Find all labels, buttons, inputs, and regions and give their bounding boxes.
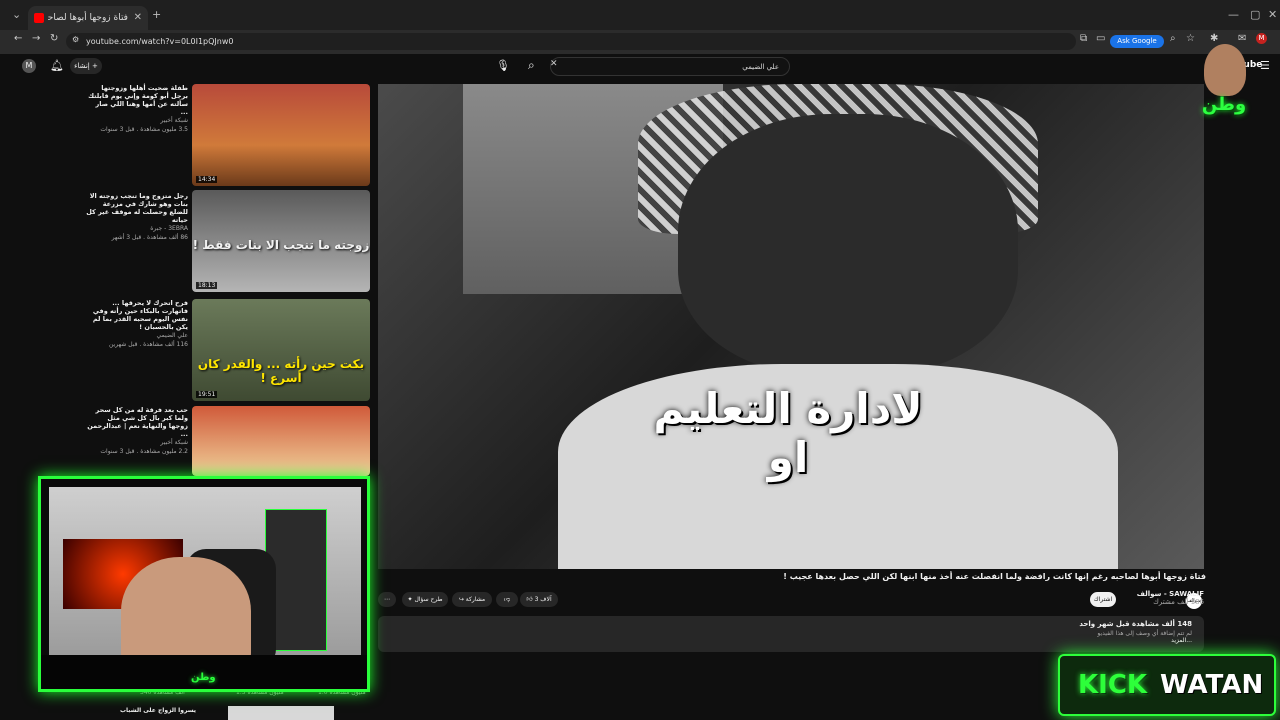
recommended-views: 2.2 مليون مشاهدة . قبل 3 سنوات — [100, 448, 188, 455]
extensions-icon[interactable]: ✱ — [1210, 33, 1218, 44]
maximize-icon[interactable]: ▢ — [1250, 0, 1260, 30]
recommended-channel: شبكة أخبير — [160, 439, 188, 446]
tab-list-icon[interactable]: ⌄ — [12, 0, 21, 30]
recommended-thumbnail[interactable]: 14:34 — [192, 84, 370, 186]
duration-badge: 18:13 — [196, 282, 218, 289]
account-avatar[interactable]: M — [22, 59, 36, 73]
more-actions-icon[interactable]: ⋯ — [378, 592, 396, 607]
youtube-favicon-icon — [34, 13, 44, 23]
create-button[interactable]: إنشاء + — [70, 58, 102, 74]
zoom-icon[interactable]: ⌕ — [1170, 33, 1176, 44]
recommended-channel: علي الضيمي — [156, 332, 188, 339]
dislike-icon[interactable]: 👎︎ — [496, 592, 518, 607]
streamer-badge: وطن — [1170, 44, 1278, 128]
recommended-title: فرح اتحرك لا يحرقها ... فاتهارت بالبكاء … — [92, 299, 188, 331]
recommended-thumbnail[interactable]: زوجته ما تنجب الا بنات فقط ! 18:13 — [192, 190, 370, 292]
browser-tab[interactable]: فتاة زوجها أبوها لصاحبه رغم ✕ — [28, 6, 148, 30]
new-tab-button[interactable]: + — [152, 0, 161, 30]
recommended-item-meta[interactable]: فرح اتحرك لا يحرقها ... فاتهارت بالبكاء … — [86, 299, 188, 349]
cast-icon[interactable]: ▭ — [1096, 33, 1105, 44]
share-label: مشاركة — [465, 596, 486, 603]
recommended-title[interactable]: يسروا الزواج على الشباب — [120, 707, 196, 714]
recommended-views: 86 ألف مشاهدة . قبل 3 أشهر — [111, 234, 188, 241]
ask-question-button[interactable]: ✦ طرح سؤال — [402, 592, 448, 607]
recommended-title: رجل متزوج وما تنجب زوجته الا بنات وهو شا… — [86, 192, 188, 224]
kick-label: KICK — [1078, 670, 1148, 700]
reload-icon[interactable]: ↻ — [50, 33, 58, 44]
recommended-item-meta[interactable]: حب بعد فرقة له من كل سحر ولما كبر بال كل… — [86, 406, 188, 456]
description-line: لم تتم إضافة أي وصف إلى هذا الفيديو — [1097, 630, 1192, 637]
back-icon[interactable]: ← — [14, 33, 22, 44]
webcam-logo: وطن — [191, 672, 216, 683]
recommended-channel: شبكة أخبير — [160, 117, 188, 124]
recommended-thumbnail[interactable] — [192, 406, 370, 476]
notifications-bell-icon[interactable]: 🔔︎ — [50, 59, 64, 72]
recommended-views: 116 ألف مشاهدة . قبل شهرين — [108, 341, 188, 348]
thumbnail-caption: بكت حين رأته ... والقدر كان أسرع ! — [197, 357, 365, 385]
view-count-date: 148 ألف مشاهدة قبل شهر واحد — [1079, 620, 1192, 628]
recommended-channel: 3EBRA - جبرة — [150, 225, 188, 232]
recommended-item-meta[interactable]: رجل متزوج وما تنجب زوجته الا بنات وهو شا… — [86, 192, 188, 242]
close-tab-icon[interactable]: ✕ — [134, 6, 142, 30]
duration-badge: 14:34 — [196, 176, 218, 183]
video-caption: لادارة التعليم او — [653, 384, 923, 482]
search-icon[interactable]: ⌕ — [528, 58, 535, 73]
clear-search-icon[interactable]: ✕ — [550, 59, 558, 69]
recommended-title: طفلة ضحيت أهلها وزوجتها برجل أبو كومة وإ… — [88, 84, 188, 116]
recommended-title: حب بعد فرقة له من كل سحر ولما كبر بال كل… — [87, 406, 188, 438]
like-button[interactable]: 👍︎ 3 آلاف — [520, 592, 558, 607]
voice-search-icon[interactable]: 🎙︎ — [496, 59, 510, 72]
like-count: 3 آلاف — [534, 596, 552, 603]
channel-name[interactable]: SAWALIF - سوالف — [1137, 590, 1204, 598]
video-speaker-face — [678, 114, 1018, 374]
recommended-thumbnail[interactable]: بكت حين رأته ... والقدر كان أسرع ! 19:51 — [192, 299, 370, 401]
subscribe-button[interactable]: اشتراك — [1090, 592, 1116, 607]
streamer-badge-text: وطن — [1201, 94, 1247, 115]
kick-watan-logo: KICK WATAN — [1058, 654, 1276, 716]
thumbnail-caption: زوجته ما تنجب الا بنات فقط ! — [192, 238, 370, 252]
webcam-overlay: وطن — [38, 476, 370, 692]
recommended-views: 3.5 مليون مشاهدة . قبل 3 سنوات — [100, 126, 188, 133]
minimize-icon[interactable]: — — [1228, 0, 1239, 30]
video-title: فتاة زوجها أبوها لصاحبه رغم إنها كانت را… — [783, 572, 1206, 581]
tab-title: فتاة زوجها أبوها لصاحبه رغم — [48, 13, 128, 23]
description-more[interactable]: ...المزيد — [1097, 637, 1192, 644]
translate-icon[interactable]: ⧉ — [1080, 33, 1087, 44]
site-info-icon[interactable]: ⚙ — [72, 35, 79, 44]
watan-label: WATAN — [1160, 670, 1264, 700]
profile-icon[interactable]: M — [1256, 33, 1267, 44]
ask-google-button[interactable]: Ask Google — [1110, 35, 1164, 48]
close-window-icon[interactable]: ✕ — [1268, 0, 1277, 30]
search-input[interactable]: علي الضيمي — [550, 57, 790, 76]
url-field[interactable]: youtube.com/watch?v=0L0I1pQJnw0 — [66, 33, 1076, 50]
subscriber-count: 186 ألف مشترك — [1153, 598, 1204, 606]
share-button[interactable]: ↪ مشاركة — [452, 592, 492, 607]
browser-tab-bar — [0, 0, 1280, 30]
recommended-thumbnail[interactable] — [228, 706, 334, 720]
channel-info: SAWALIF - سوالف 186 ألف مشترك — [1137, 590, 1204, 606]
ask-label: طرح سؤال — [414, 596, 443, 603]
create-label: إنشاء — [74, 62, 90, 70]
forward-icon[interactable]: → — [32, 33, 40, 44]
recommended-item-meta[interactable]: طفلة ضحيت أهلها وزوجتها برجل أبو كومة وإ… — [86, 84, 188, 134]
duration-badge: 19:51 — [196, 391, 218, 398]
streamer-avatar — [1204, 44, 1246, 96]
bookmark-star-icon[interactable]: ☆ — [1186, 33, 1195, 44]
description-text: لم تتم إضافة أي وصف إلى هذا الفيديو ...ا… — [1097, 630, 1192, 644]
video-player[interactable]: لادارة التعليم او — [378, 84, 1204, 569]
gmail-icon[interactable]: ✉ — [1238, 33, 1246, 44]
